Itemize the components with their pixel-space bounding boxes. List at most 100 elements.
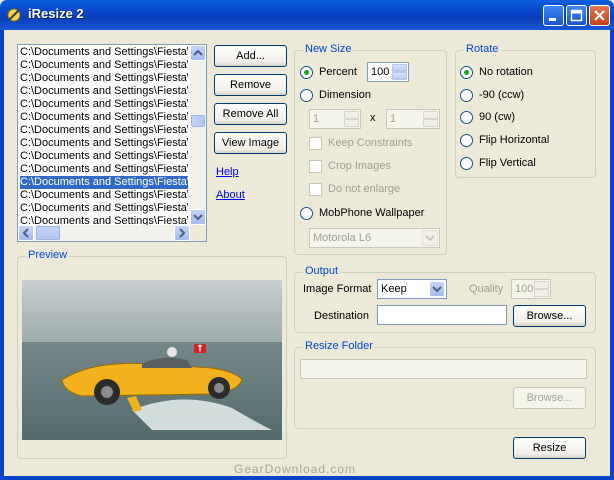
rotate-radio-cw[interactable] bbox=[460, 111, 473, 124]
image-format-value: Keep bbox=[381, 283, 407, 295]
height-spin-buttons[interactable] bbox=[423, 111, 438, 127]
dimension-x-label: x bbox=[370, 112, 376, 124]
mobphone-wallpaper-label: MobPhone Wallpaper bbox=[319, 207, 425, 219]
keep-constraints-label: Keep Constraints bbox=[328, 137, 413, 149]
percent-spin-buttons[interactable] bbox=[392, 64, 407, 80]
chevron-down-icon bbox=[432, 286, 442, 293]
app-icon bbox=[7, 8, 21, 22]
output-legend: Output bbox=[303, 265, 341, 277]
dimension-label: Dimension bbox=[319, 89, 371, 101]
remove-button[interactable]: Remove bbox=[214, 74, 287, 96]
help-link[interactable]: Help bbox=[216, 166, 239, 178]
mobphone-wallpaper-radio[interactable] bbox=[300, 207, 313, 220]
mobphone-model-value: Motorola L6 bbox=[313, 232, 372, 244]
view-image-button[interactable]: View Image bbox=[214, 132, 287, 154]
file-list-item[interactable]: C:\Documents and Settings\Fiesta\ bbox=[20, 59, 188, 72]
rotate-legend: Rotate bbox=[464, 43, 501, 55]
width-stepper[interactable]: 1 bbox=[309, 109, 361, 129]
file-list-vertical-scrollbar[interactable] bbox=[190, 45, 206, 225]
width-value: 1 bbox=[313, 113, 320, 125]
new-size-legend: New Size bbox=[303, 43, 354, 55]
spin-up-icon[interactable] bbox=[392, 64, 407, 72]
keep-constraints-checkbox[interactable] bbox=[309, 137, 322, 150]
watermark: GearDownload.com bbox=[234, 462, 357, 476]
scroll-up-button[interactable] bbox=[190, 45, 206, 61]
resize-folder-input[interactable] bbox=[300, 359, 587, 379]
remove-all-button[interactable]: Remove All bbox=[214, 103, 287, 125]
file-list-item[interactable]: C:\Documents and Settings\Fiesta\ bbox=[20, 202, 188, 215]
output-browse-button[interactable]: Browse... bbox=[513, 305, 586, 327]
percent-value: 100 bbox=[371, 66, 390, 78]
scroll-right-button[interactable] bbox=[174, 225, 190, 241]
rotate-label-flip-horizontal: Flip Horizontal bbox=[479, 134, 550, 146]
file-list-item[interactable]: C:\Documents and Settings\Fiesta\ bbox=[20, 137, 188, 150]
scrollbar-corner bbox=[190, 225, 206, 241]
height-stepper[interactable]: 1 bbox=[386, 109, 440, 129]
quality-stepper[interactable]: 100 bbox=[511, 279, 551, 299]
height-value: 1 bbox=[390, 113, 397, 125]
quality-spin-buttons[interactable] bbox=[534, 281, 549, 297]
file-list-item[interactable]: C:\Documents and Settings\Fiesta\ bbox=[20, 111, 188, 124]
rotate-label-no-rotation: No rotation bbox=[479, 66, 533, 78]
close-button[interactable] bbox=[589, 5, 610, 26]
minimize-icon bbox=[549, 18, 556, 21]
maximize-icon bbox=[570, 9, 583, 22]
horizontal-scroll-thumb[interactable] bbox=[36, 226, 60, 240]
mobphone-model-select[interactable]: Motorola L6 bbox=[309, 228, 440, 248]
rotate-radio-flip-vertical[interactable] bbox=[460, 157, 473, 170]
rotate-radio-ccw[interactable] bbox=[460, 89, 473, 102]
file-list-item[interactable]: C:\Documents and Settings\Fiesta\ bbox=[20, 150, 188, 163]
image-format-dropdown-button[interactable] bbox=[429, 281, 445, 297]
file-list[interactable]: C:\Documents and Settings\Fiesta\ C:\Docu… bbox=[17, 44, 207, 242]
file-list-item[interactable]: C:\Documents and Settings\Fiesta\ bbox=[20, 46, 188, 59]
file-list-item[interactable]: C:\Documents and Settings\Fiesta\ bbox=[20, 189, 188, 202]
scroll-left-button[interactable] bbox=[18, 225, 34, 241]
do-not-enlarge-checkbox[interactable] bbox=[309, 183, 322, 196]
chevron-down-icon bbox=[193, 214, 203, 221]
file-list-item[interactable]: C:\Documents and Settings\Fiesta\ bbox=[20, 124, 188, 137]
file-list-item[interactable]: C:\Documents and Settings\Fiesta\ bbox=[20, 72, 188, 85]
rotate-radio-flip-horizontal[interactable] bbox=[460, 134, 473, 147]
vertical-scroll-thumb[interactable] bbox=[191, 115, 205, 127]
chevron-up-icon bbox=[193, 49, 203, 56]
quality-label: Quality bbox=[469, 283, 504, 295]
quality-value: 100 bbox=[515, 283, 534, 295]
minimize-button[interactable] bbox=[543, 5, 564, 26]
about-link[interactable]: About bbox=[216, 189, 245, 201]
dimension-radio[interactable] bbox=[300, 89, 313, 102]
chevron-down-icon bbox=[425, 235, 435, 242]
crop-images-checkbox[interactable] bbox=[309, 160, 322, 173]
window-title: iResize 2 bbox=[28, 6, 84, 21]
title-bar[interactable]: iResize 2 bbox=[0, 0, 614, 30]
resize-button[interactable]: Resize bbox=[513, 437, 586, 459]
width-spin-buttons[interactable] bbox=[344, 111, 359, 127]
close-icon bbox=[594, 10, 605, 21]
maximize-button[interactable] bbox=[566, 5, 587, 26]
do-not-enlarge-label: Do not enlarge bbox=[328, 183, 401, 195]
destination-input[interactable] bbox=[377, 305, 507, 325]
spin-down-icon[interactable] bbox=[392, 72, 407, 80]
rotate-label-cw: 90 (cw) bbox=[479, 111, 516, 123]
chevron-left-icon bbox=[22, 228, 29, 238]
add-button[interactable]: Add... bbox=[214, 45, 287, 67]
image-format-select[interactable]: Keep bbox=[377, 279, 447, 299]
crop-images-label: Crop Images bbox=[328, 160, 391, 172]
percent-radio[interactable] bbox=[300, 66, 313, 79]
rotate-radio-no-rotation[interactable] bbox=[460, 66, 473, 79]
file-list-item[interactable]: C:\Documents and Settings\Fiesta\ bbox=[20, 176, 188, 189]
image-format-label: Image Format bbox=[303, 283, 372, 295]
mobphone-dropdown-button[interactable] bbox=[422, 230, 438, 246]
chevron-right-icon bbox=[179, 228, 186, 238]
preview-image bbox=[22, 280, 282, 440]
resize-folder-legend: Resize Folder bbox=[303, 340, 375, 352]
file-list-horizontal-scrollbar[interactable] bbox=[18, 225, 190, 241]
file-list-item[interactable]: C:\Documents and Settings\Fiesta\ bbox=[20, 98, 188, 111]
percent-stepper[interactable]: 100 bbox=[367, 62, 409, 82]
scroll-down-button[interactable] bbox=[190, 209, 206, 225]
destination-label: Destination bbox=[314, 310, 370, 322]
preview-legend: Preview bbox=[26, 249, 70, 261]
file-list-item[interactable]: C:\Documents and Settings\Fiesta\ bbox=[20, 85, 188, 98]
percent-label: Percent bbox=[319, 66, 357, 78]
resize-folder-browse-button[interactable]: Browse... bbox=[513, 387, 586, 409]
file-list-item[interactable]: C:\Documents and Settings\Fiesta\ bbox=[20, 163, 188, 176]
